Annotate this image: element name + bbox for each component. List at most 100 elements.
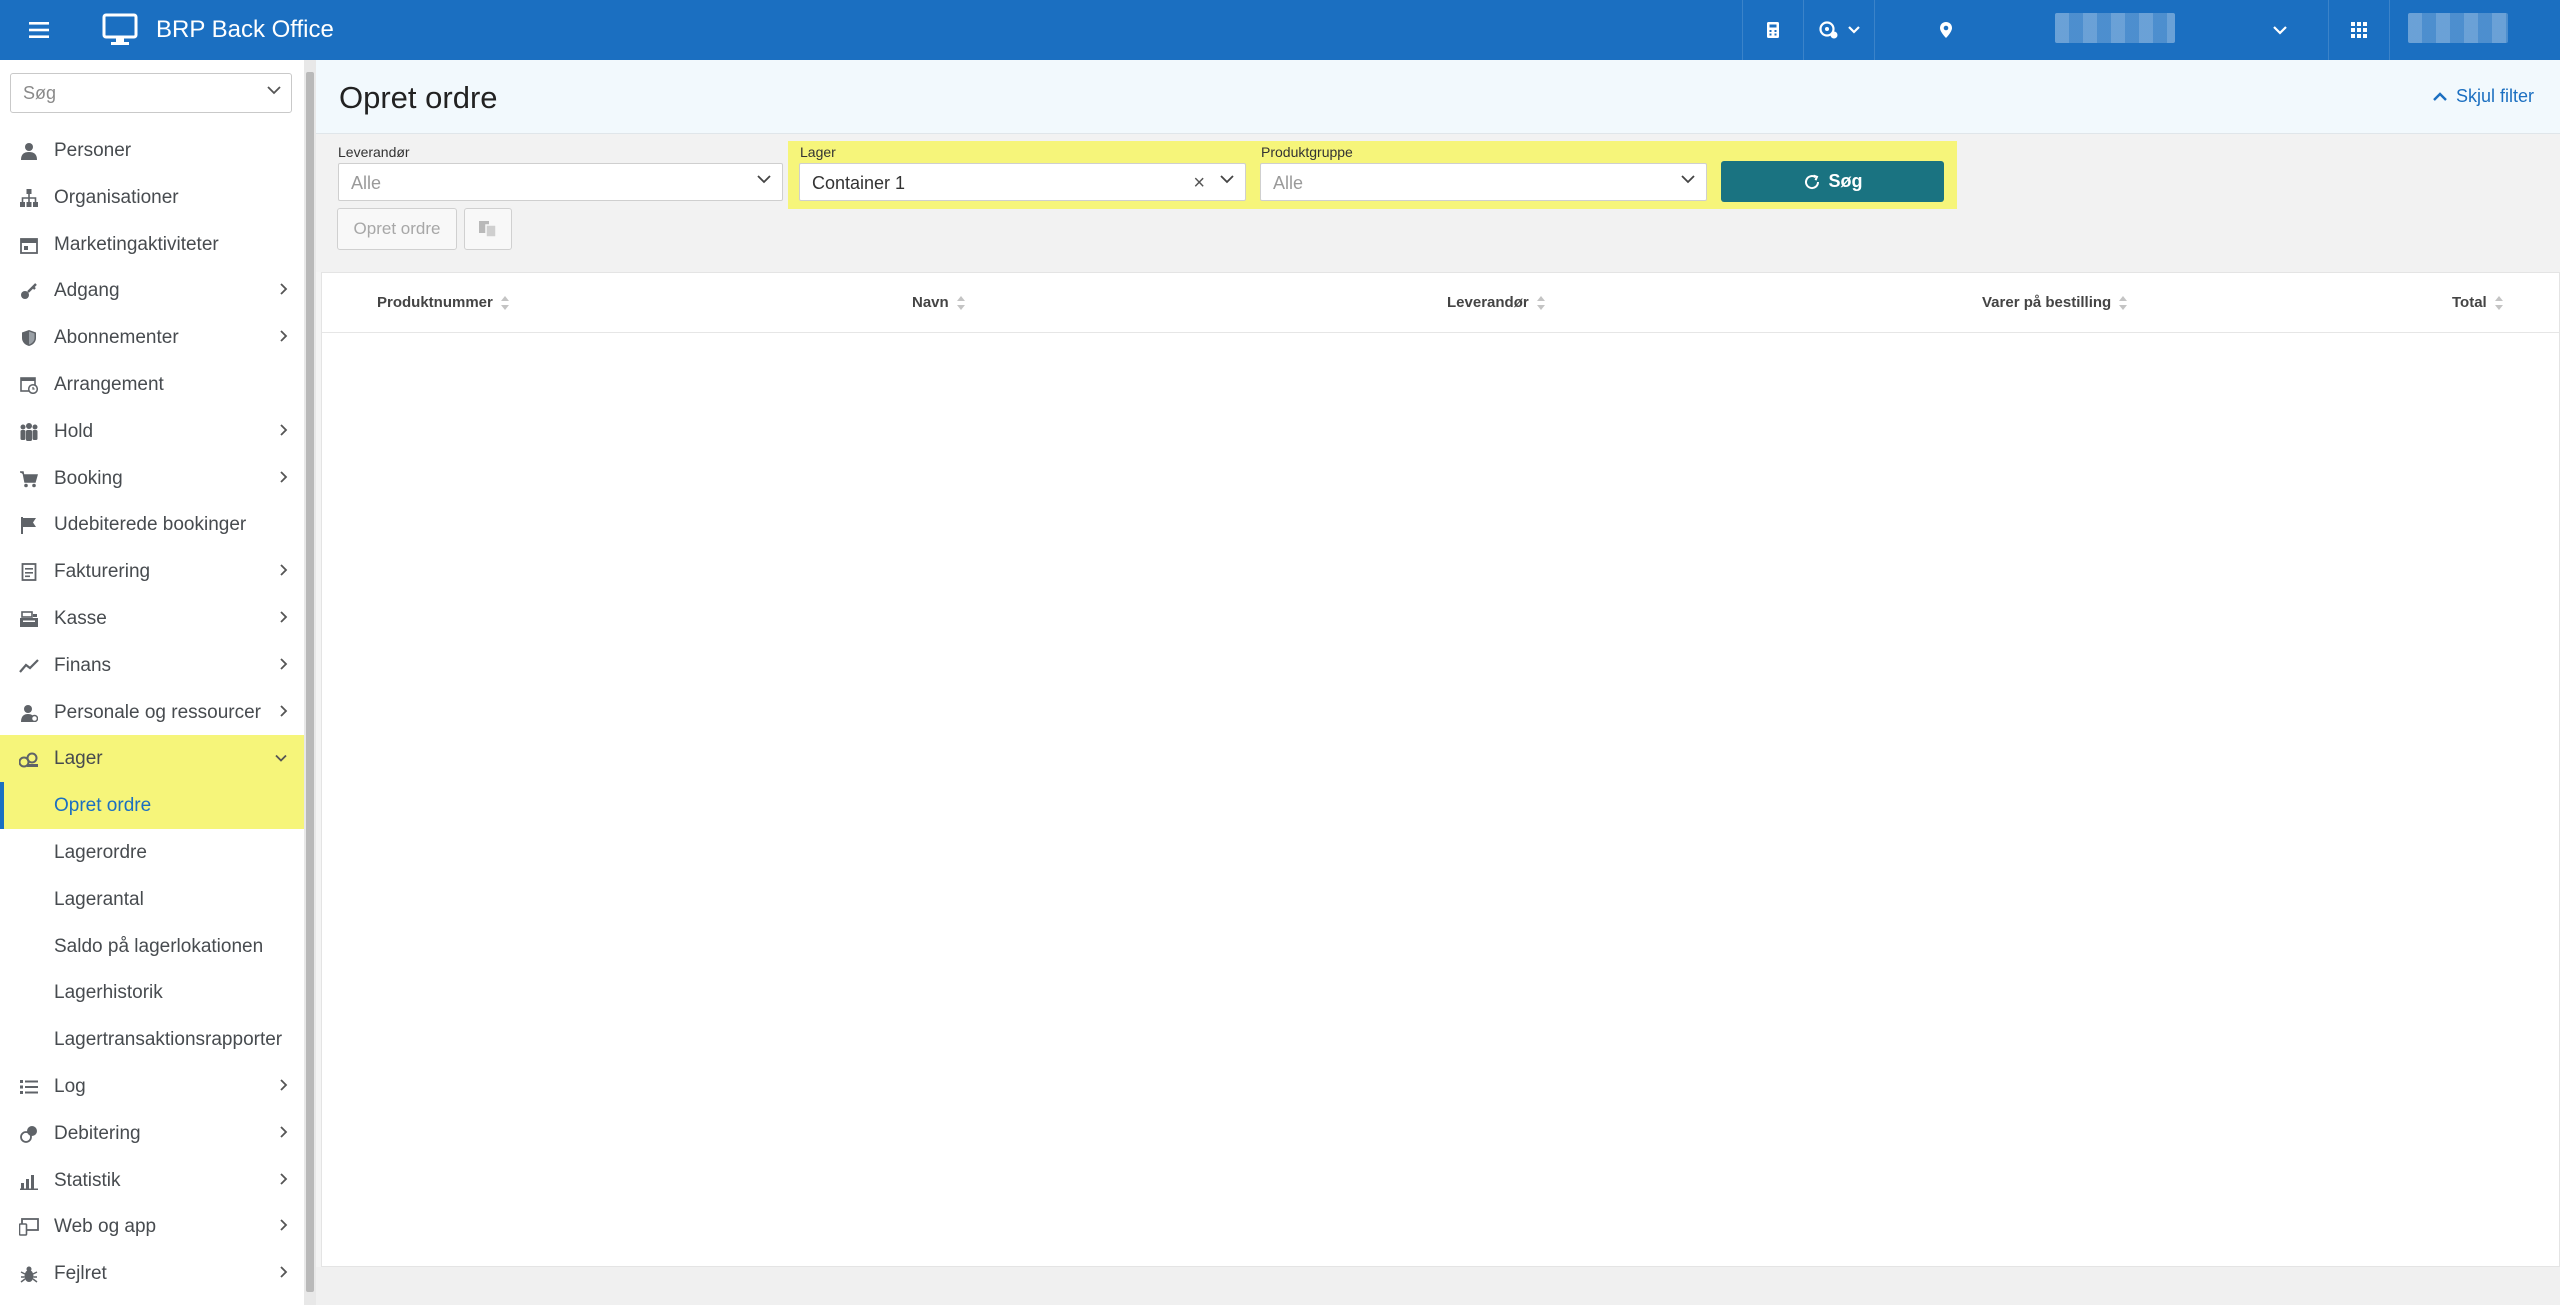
sidebar-item-fejlret[interactable]: Fejlret	[0, 1250, 304, 1297]
trend-icon	[19, 656, 39, 676]
sort-icon	[2494, 295, 2503, 310]
column-header-produktnummer[interactable]: Produktnummer	[377, 294, 509, 311]
sidebar-item-hold[interactable]: Hold	[0, 408, 304, 455]
chevron-right-icon	[280, 704, 288, 717]
sidebar-item-kasse[interactable]: Kasse	[0, 595, 304, 642]
column-header-navn[interactable]: Navn	[912, 294, 965, 311]
sidebar-scrollbar[interactable]	[304, 60, 316, 1305]
chevron-down-icon	[275, 755, 287, 763]
create-order-button[interactable]: Opret ordre	[337, 208, 457, 250]
chevron-right-icon	[280, 611, 288, 623]
sidebar-item-statistik[interactable]: Statistik	[0, 1157, 304, 1204]
sidebar-scrollbar-thumb[interactable]	[306, 72, 314, 1292]
hide-filter-link[interactable]: Skjul filter	[2432, 86, 2534, 107]
product-group-label: Produktgruppe	[1261, 144, 1353, 160]
sort-icon	[2119, 295, 2128, 310]
sidebar-item-booking[interactable]: Booking	[0, 455, 304, 502]
sort-icon	[1536, 295, 1545, 310]
chevron-down-icon	[757, 175, 771, 184]
chevron-down-icon	[1848, 26, 1860, 34]
copy-button[interactable]	[464, 208, 512, 250]
sidebar-item-personer[interactable]: Personer	[0, 127, 304, 174]
list-icon	[19, 1077, 39, 1097]
refresh-icon	[1804, 174, 1819, 189]
apps-grid-icon[interactable]	[2329, 0, 2389, 60]
horizontal-scrollbar[interactable]	[316, 1267, 2560, 1305]
chevron-right-icon	[280, 564, 288, 576]
page-title: Opret ordre	[339, 80, 498, 115]
chevron-down-icon	[267, 86, 281, 95]
sidebar-search-input[interactable]	[11, 74, 251, 112]
clear-icon[interactable]: ×	[1193, 173, 1205, 193]
warehouse-select[interactable]: Container 1 ×	[799, 163, 1246, 201]
chevron-right-icon	[280, 283, 288, 296]
table-header: Produktnummer Navn Leverandør Varer på b…	[322, 273, 2559, 333]
sidebar-item-debitering[interactable]: Debitering	[0, 1110, 304, 1157]
chevron-up-icon	[2433, 92, 2447, 101]
location-name-redacted[interactable]	[2055, 13, 2175, 43]
sidebar-nav: Personer Organisationer Marketingaktivit…	[0, 127, 304, 1297]
chevron-right-icon	[280, 330, 288, 342]
sidebar-item-web-og-app[interactable]: Web og app	[0, 1203, 304, 1250]
chevron-right-icon	[280, 1079, 288, 1091]
column-header-leverandor[interactable]: Leverandør	[1447, 294, 1545, 311]
sidebar-search[interactable]	[10, 73, 292, 113]
sidebar-item-udebiterede-bookinger[interactable]: Udebiterede bookinger	[0, 501, 304, 548]
settings-network-icon[interactable]	[1804, 0, 1874, 60]
sidebar-item-finans[interactable]: Finans	[0, 642, 304, 689]
chevron-right-icon	[280, 1219, 288, 1231]
person-icon	[19, 141, 39, 161]
column-header-varer-paa-bestilling[interactable]: Varer på bestilling	[1982, 294, 2128, 311]
chevron-right-icon	[280, 424, 288, 436]
main-content: Opret ordre Skjul filter Leverandør Alle…	[316, 60, 2560, 1305]
warehouse-value: Container 1	[812, 173, 906, 193]
column-header-total[interactable]: Total	[2452, 294, 2503, 311]
sidebar-item-abonnementer[interactable]: Abonnementer	[0, 314, 304, 361]
sort-icon	[500, 295, 509, 310]
sidebar-subitem-opret-ordre[interactable]: Opret ordre	[0, 782, 304, 829]
sidebar-item-fakturering[interactable]: Fakturering	[0, 548, 304, 595]
search-button[interactable]: Søg	[1721, 161, 1944, 202]
invoice-icon	[19, 562, 39, 582]
sidebar-item-lager[interactable]: Lager	[0, 735, 304, 783]
product-group-select[interactable]: Alle	[1260, 163, 1707, 201]
monitor-icon	[102, 13, 138, 47]
location-icon[interactable]	[1875, 0, 2019, 60]
sidebar-subitem-lagertransaktionsrapporter[interactable]: Lagertransaktionsrapporter	[0, 1016, 304, 1063]
key-icon	[19, 281, 39, 301]
cart-icon	[19, 469, 39, 489]
sidebar-item-log[interactable]: Log	[0, 1063, 304, 1110]
sidebar-subitem-lagerordre[interactable]: Lagerordre	[0, 829, 304, 876]
copy-icon	[479, 221, 497, 238]
sidebar-item-personale-og-ressourcer[interactable]: Personale og ressourcer	[0, 689, 304, 736]
sidebar-subitem-lagerhistorik[interactable]: Lagerhistorik	[0, 969, 304, 1016]
register-icon[interactable]	[1743, 0, 1803, 60]
sidebar-subitem-saldo-paa-lagerlokationen[interactable]: Saldo på lagerlokationen	[0, 923, 304, 970]
sidebar-item-organisationer[interactable]: Organisationer	[0, 174, 304, 221]
search-button-label: Søg	[1828, 171, 1863, 191]
chevron-right-icon	[280, 1172, 288, 1185]
hamburger-menu-icon[interactable]	[24, 16, 54, 44]
calendar-icon	[19, 235, 39, 255]
product-group-value: Alle	[1273, 173, 1304, 193]
cash-register-icon	[19, 609, 39, 629]
chevron-down-icon	[1681, 175, 1695, 184]
products-table: Produktnummer Navn Leverandør Varer på b…	[321, 272, 2560, 1267]
sidebar-subitem-lagerantal[interactable]: Lagerantal	[0, 876, 304, 923]
sidebar-item-arrangement[interactable]: Arrangement	[0, 361, 304, 408]
sort-icon	[956, 295, 965, 310]
supplier-value: Alle	[351, 173, 382, 193]
staff-icon	[19, 703, 39, 723]
location-chevron-down-icon[interactable]	[2265, 0, 2295, 60]
supplier-label: Leverandør	[338, 144, 410, 160]
sidebar-item-marketingaktiviteter[interactable]: Marketingaktiviteter	[0, 221, 304, 268]
coins-icon	[19, 1124, 39, 1144]
supplier-select[interactable]: Alle	[338, 163, 783, 201]
top-bar: BRP Back Office	[0, 0, 2560, 60]
app-title[interactable]: BRP Back Office	[156, 15, 334, 45]
sidebar-item-adgang[interactable]: Adgang	[0, 267, 304, 314]
chevron-right-icon	[280, 1266, 288, 1278]
boxes-icon	[19, 749, 39, 769]
chevron-right-icon	[280, 658, 288, 670]
user-name-redacted[interactable]	[2408, 13, 2508, 43]
